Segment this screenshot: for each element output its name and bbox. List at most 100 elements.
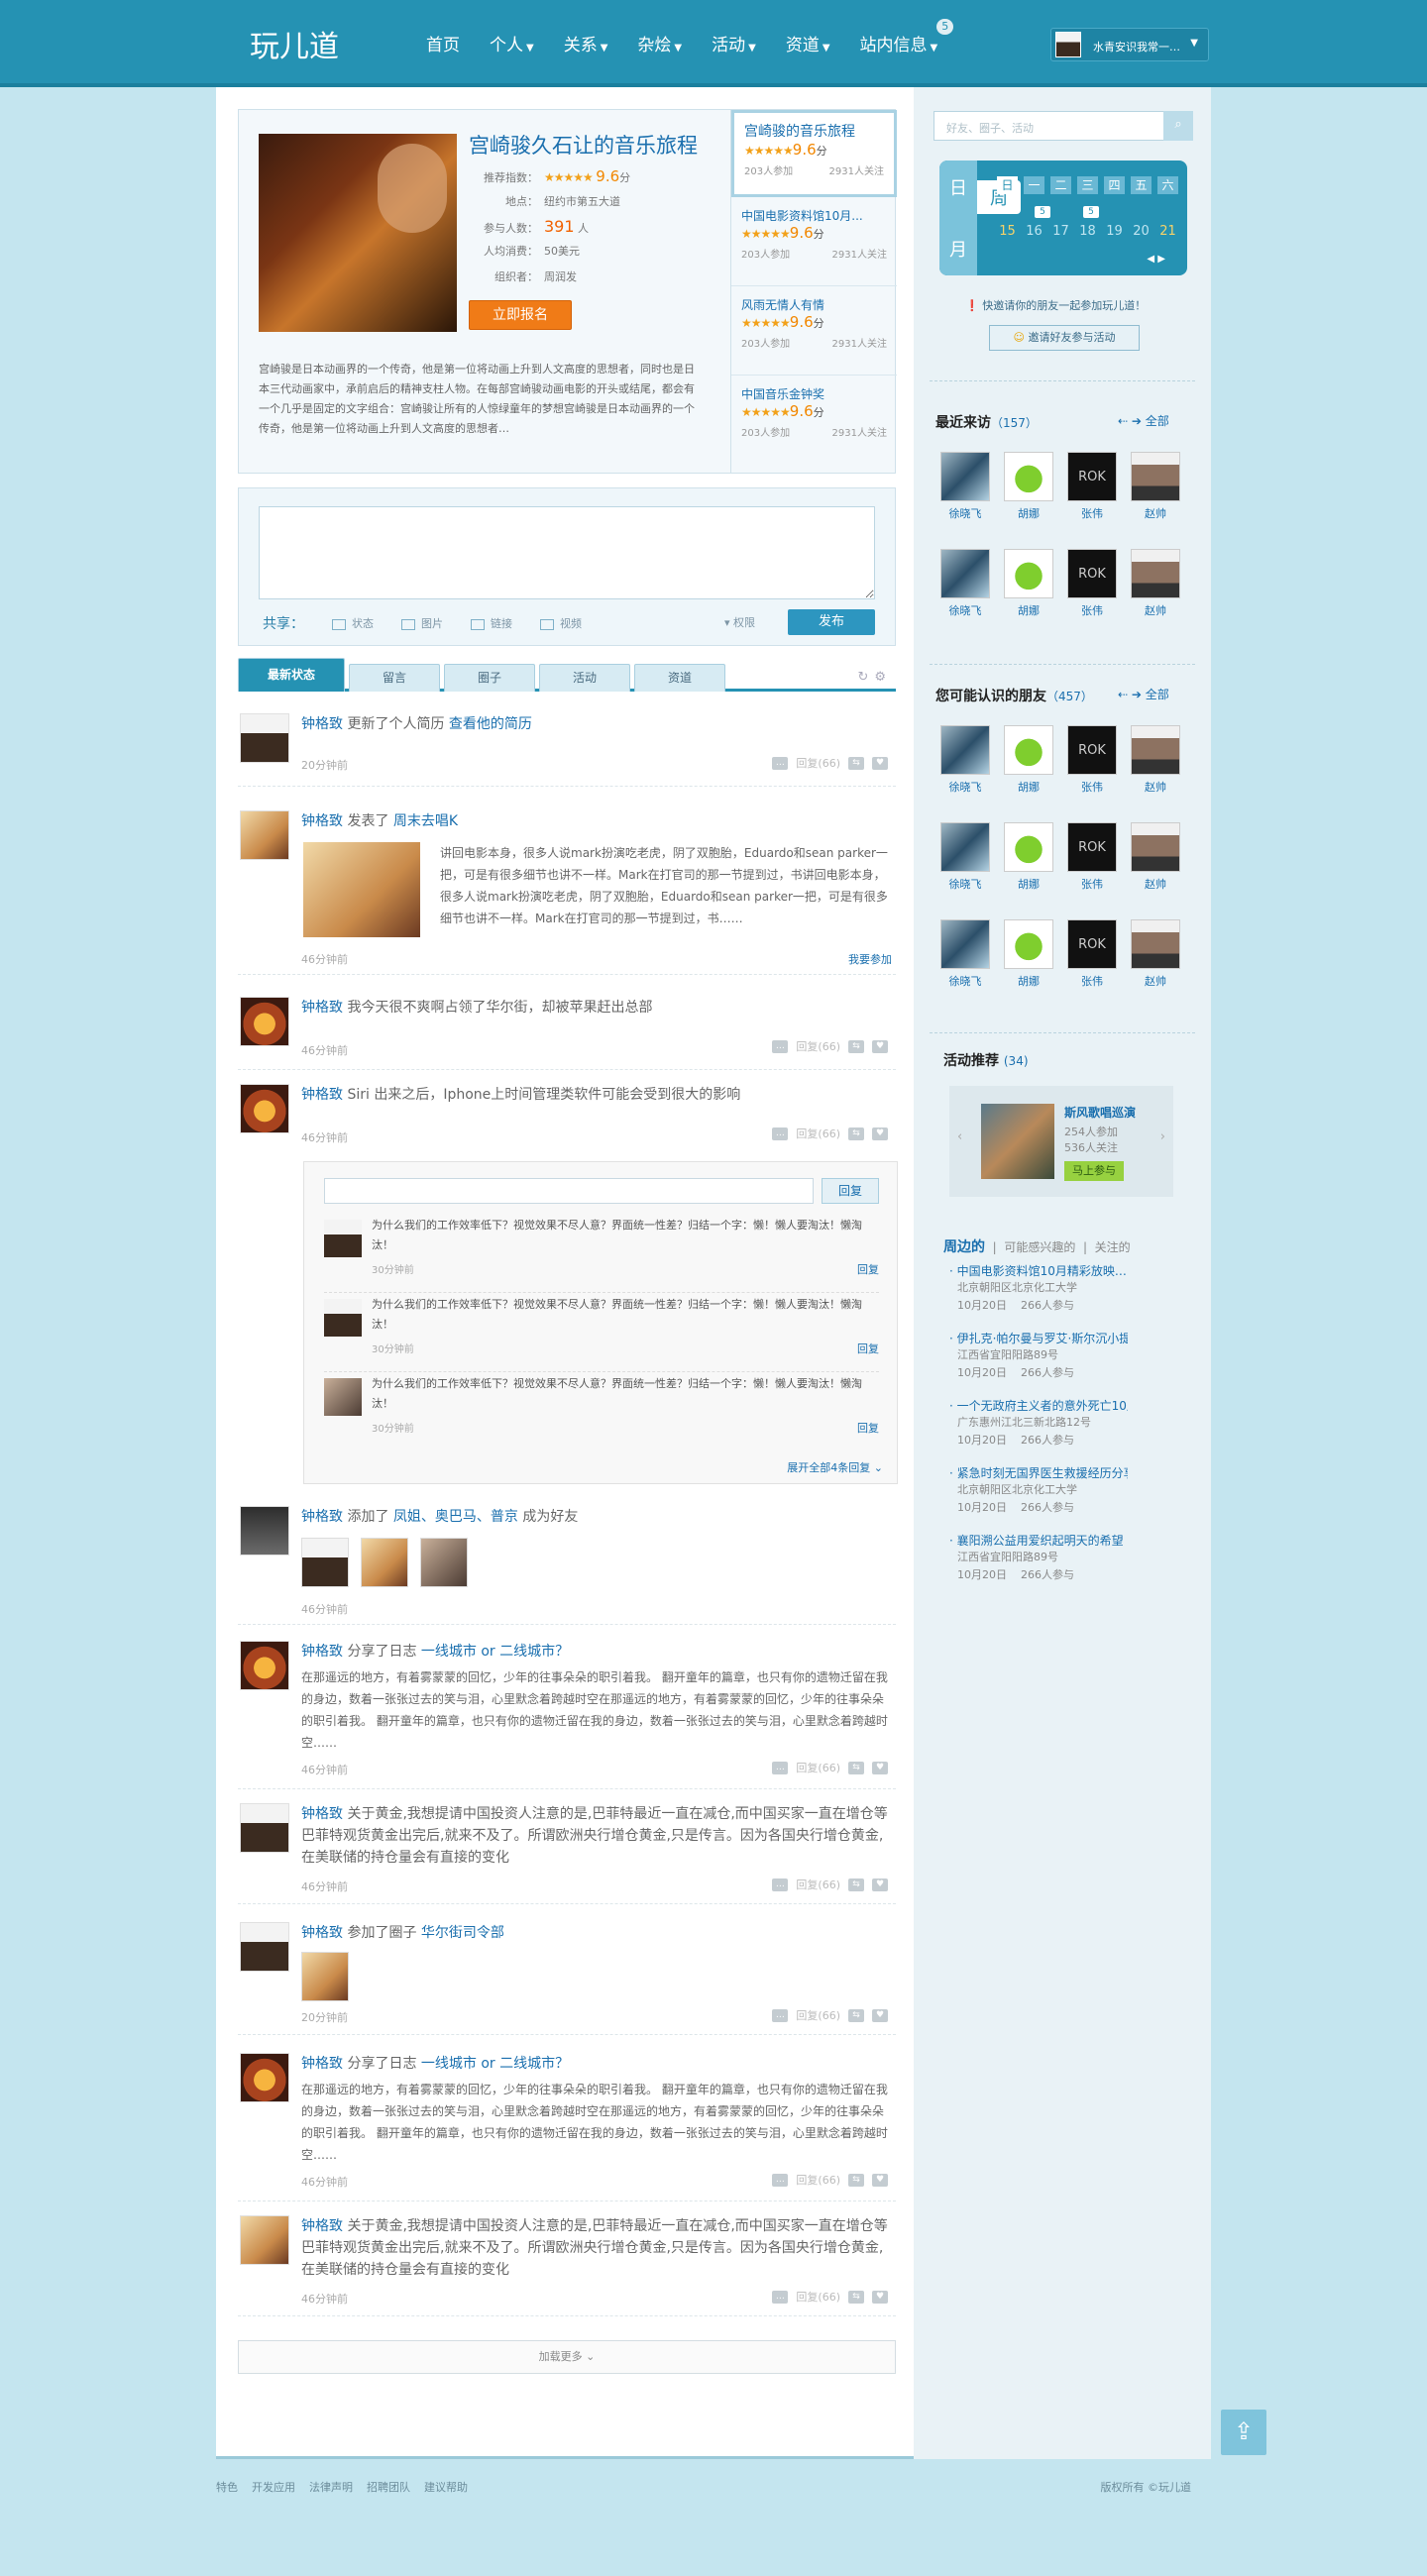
footer-link[interactable]: 特色: [216, 2481, 238, 2494]
search-box[interactable]: 好友、圈子、活动 ⌕: [933, 111, 1193, 141]
avatar[interactable]: [1067, 452, 1117, 501]
avatar[interactable]: [940, 725, 990, 775]
tab-nearby[interactable]: 周边的: [943, 1239, 985, 1255]
person-card[interactable]: 赵帅: [1128, 452, 1183, 521]
share-icon[interactable]: ⇆: [848, 756, 864, 770]
gear-icon[interactable]: ⚙: [874, 670, 892, 685]
chevron-left-icon[interactable]: ‹: [957, 1129, 962, 1144]
avatar[interactable]: [1067, 919, 1117, 969]
signup-button[interactable]: 立即报名: [469, 300, 572, 330]
load-more-button[interactable]: 加载更多 ⌄: [238, 2340, 896, 2374]
calendar-date[interactable]: 17: [1050, 224, 1071, 239]
like-icon[interactable]: ♥: [872, 2290, 888, 2304]
nav-relations[interactable]: 关系 ▼: [564, 31, 608, 55]
like-icon[interactable]: ♥: [872, 1878, 888, 1891]
person-card[interactable]: 张伟: [1064, 452, 1120, 521]
person-card[interactable]: 赵帅: [1128, 822, 1183, 892]
person-name[interactable]: 张伟: [1064, 602, 1120, 618]
share-link-option[interactable]: 链接: [471, 615, 512, 631]
refresh-icon[interactable]: ↻: [857, 670, 874, 685]
person-card[interactable]: 张伟: [1064, 549, 1120, 618]
reply-link[interactable]: 回复(66): [796, 1038, 840, 1054]
avatar[interactable]: [940, 919, 990, 969]
event-link[interactable]: 周末去唱K: [393, 813, 458, 829]
user-link[interactable]: 钟格致: [301, 2218, 343, 2234]
avatar[interactable]: [1131, 822, 1180, 872]
avatar[interactable]: [240, 1506, 289, 1556]
person-card[interactable]: 胡娜: [1001, 822, 1056, 892]
avatar[interactable]: [240, 810, 289, 860]
person-name[interactable]: 张伟: [1064, 973, 1120, 989]
reply-link[interactable]: 回复: [857, 1341, 879, 1356]
invite-friends-button[interactable]: ☺ 邀请好友参与活动: [989, 325, 1140, 351]
avatar[interactable]: [940, 452, 990, 501]
avatar[interactable]: [1004, 822, 1053, 872]
avatar[interactable]: [240, 1803, 289, 1853]
share-icon[interactable]: ⇆: [848, 2008, 864, 2022]
maybe-know-all-link[interactable]: ⇠ ➔ 全部: [1118, 686, 1169, 702]
person-name[interactable]: 徐晓飞: [937, 505, 993, 521]
person-name[interactable]: 徐晓飞: [937, 602, 993, 618]
nav-messages[interactable]: 站内信息 ▼ 5: [860, 19, 954, 55]
avatar[interactable]: [1067, 822, 1117, 872]
person-card[interactable]: 徐晓飞: [937, 919, 993, 989]
avatar[interactable]: [324, 1220, 362, 1257]
person-card[interactable]: 徐晓飞: [937, 452, 993, 521]
reply-link[interactable]: 回复: [857, 1420, 879, 1436]
reply-link[interactable]: 回复(66): [796, 755, 840, 771]
event-title[interactable]: 宫崎骏久石让的音乐旅程: [469, 130, 698, 160]
nearby-event-title[interactable]: · 中国电影资料馆10月精彩放映…: [949, 1262, 1128, 1279]
reply-link[interactable]: 回复(66): [796, 1760, 840, 1775]
person-name[interactable]: 张伟: [1064, 505, 1120, 521]
like-icon[interactable]: ♥: [872, 1761, 888, 1774]
calendar-month-mode[interactable]: 月: [943, 236, 973, 262]
share-icon[interactable]: ⇆: [848, 1878, 864, 1891]
person-name[interactable]: 赵帅: [1128, 973, 1183, 989]
avatar[interactable]: [240, 997, 289, 1046]
person-name[interactable]: 胡娜: [1001, 602, 1056, 618]
user-link[interactable]: 钟格致: [301, 716, 343, 732]
person-name[interactable]: 赵帅: [1128, 779, 1183, 795]
avatar[interactable]: [240, 1084, 289, 1133]
avatar[interactable]: [361, 1538, 408, 1587]
person-name[interactable]: 赵帅: [1128, 876, 1183, 892]
calendar-date[interactable]: 21: [1157, 224, 1178, 239]
reply-button[interactable]: 回复: [822, 1178, 879, 1204]
footer-link[interactable]: 招聘团队: [367, 2481, 410, 2494]
avatar[interactable]: [1131, 725, 1180, 775]
person-card[interactable]: 赵帅: [1128, 725, 1183, 795]
person-card[interactable]: 徐晓飞: [937, 549, 993, 618]
user-link[interactable]: 钟格致: [301, 1644, 343, 1660]
user-menu[interactable]: 水青安识我常一… ▼: [1050, 28, 1209, 61]
circle-link[interactable]: 华尔街司令部: [421, 1925, 504, 1941]
calendar-date[interactable]: 15: [997, 224, 1018, 239]
event-list-item[interactable]: 风雨无情人有情 ★★★★★9.6分 203人参加 2931人关注: [731, 288, 897, 376]
site-logo[interactable]: 玩儿道: [250, 22, 339, 65]
calendar-date[interactable]: 20: [1131, 224, 1152, 239]
person-name[interactable]: 胡娜: [1001, 505, 1056, 521]
search-icon[interactable]: ⌕: [1163, 111, 1193, 141]
tab-interested[interactable]: 可能感兴趣的: [1004, 1240, 1075, 1254]
person-name[interactable]: 赵帅: [1128, 602, 1183, 618]
avatar[interactable]: [1004, 919, 1053, 969]
person-card[interactable]: 胡娜: [1001, 452, 1056, 521]
person-name[interactable]: 张伟: [1064, 876, 1120, 892]
footer-link[interactable]: 开发应用: [252, 2481, 295, 2494]
share-icon[interactable]: ⇆: [848, 1039, 864, 1053]
like-icon[interactable]: ♥: [872, 1039, 888, 1053]
tab-latest[interactable]: 最新状态: [238, 658, 345, 692]
avatar[interactable]: [240, 713, 289, 763]
like-icon[interactable]: ♥: [872, 1127, 888, 1140]
nearby-event-title[interactable]: · 襄阳溯公益用爱织起明天的希望: [949, 1532, 1128, 1549]
share-icon[interactable]: ⇆: [848, 2290, 864, 2304]
avatar[interactable]: [420, 1538, 468, 1587]
share-icon[interactable]: ⇆: [848, 1761, 864, 1774]
nearby-event-title[interactable]: · 紧急时刻无国界医生救援经历分享: [949, 1464, 1128, 1481]
person-card[interactable]: 胡娜: [1001, 725, 1056, 795]
avatar[interactable]: [240, 2215, 289, 2265]
event-list-item[interactable]: 宫崎骏的音乐旅程 ★★★★★9.6分 203人参加 2931人关注: [731, 110, 897, 197]
share-status-option[interactable]: 状态: [332, 615, 374, 631]
avatar[interactable]: [1131, 919, 1180, 969]
person-name[interactable]: 徐晓飞: [937, 973, 993, 989]
person-card[interactable]: 徐晓飞: [937, 822, 993, 892]
